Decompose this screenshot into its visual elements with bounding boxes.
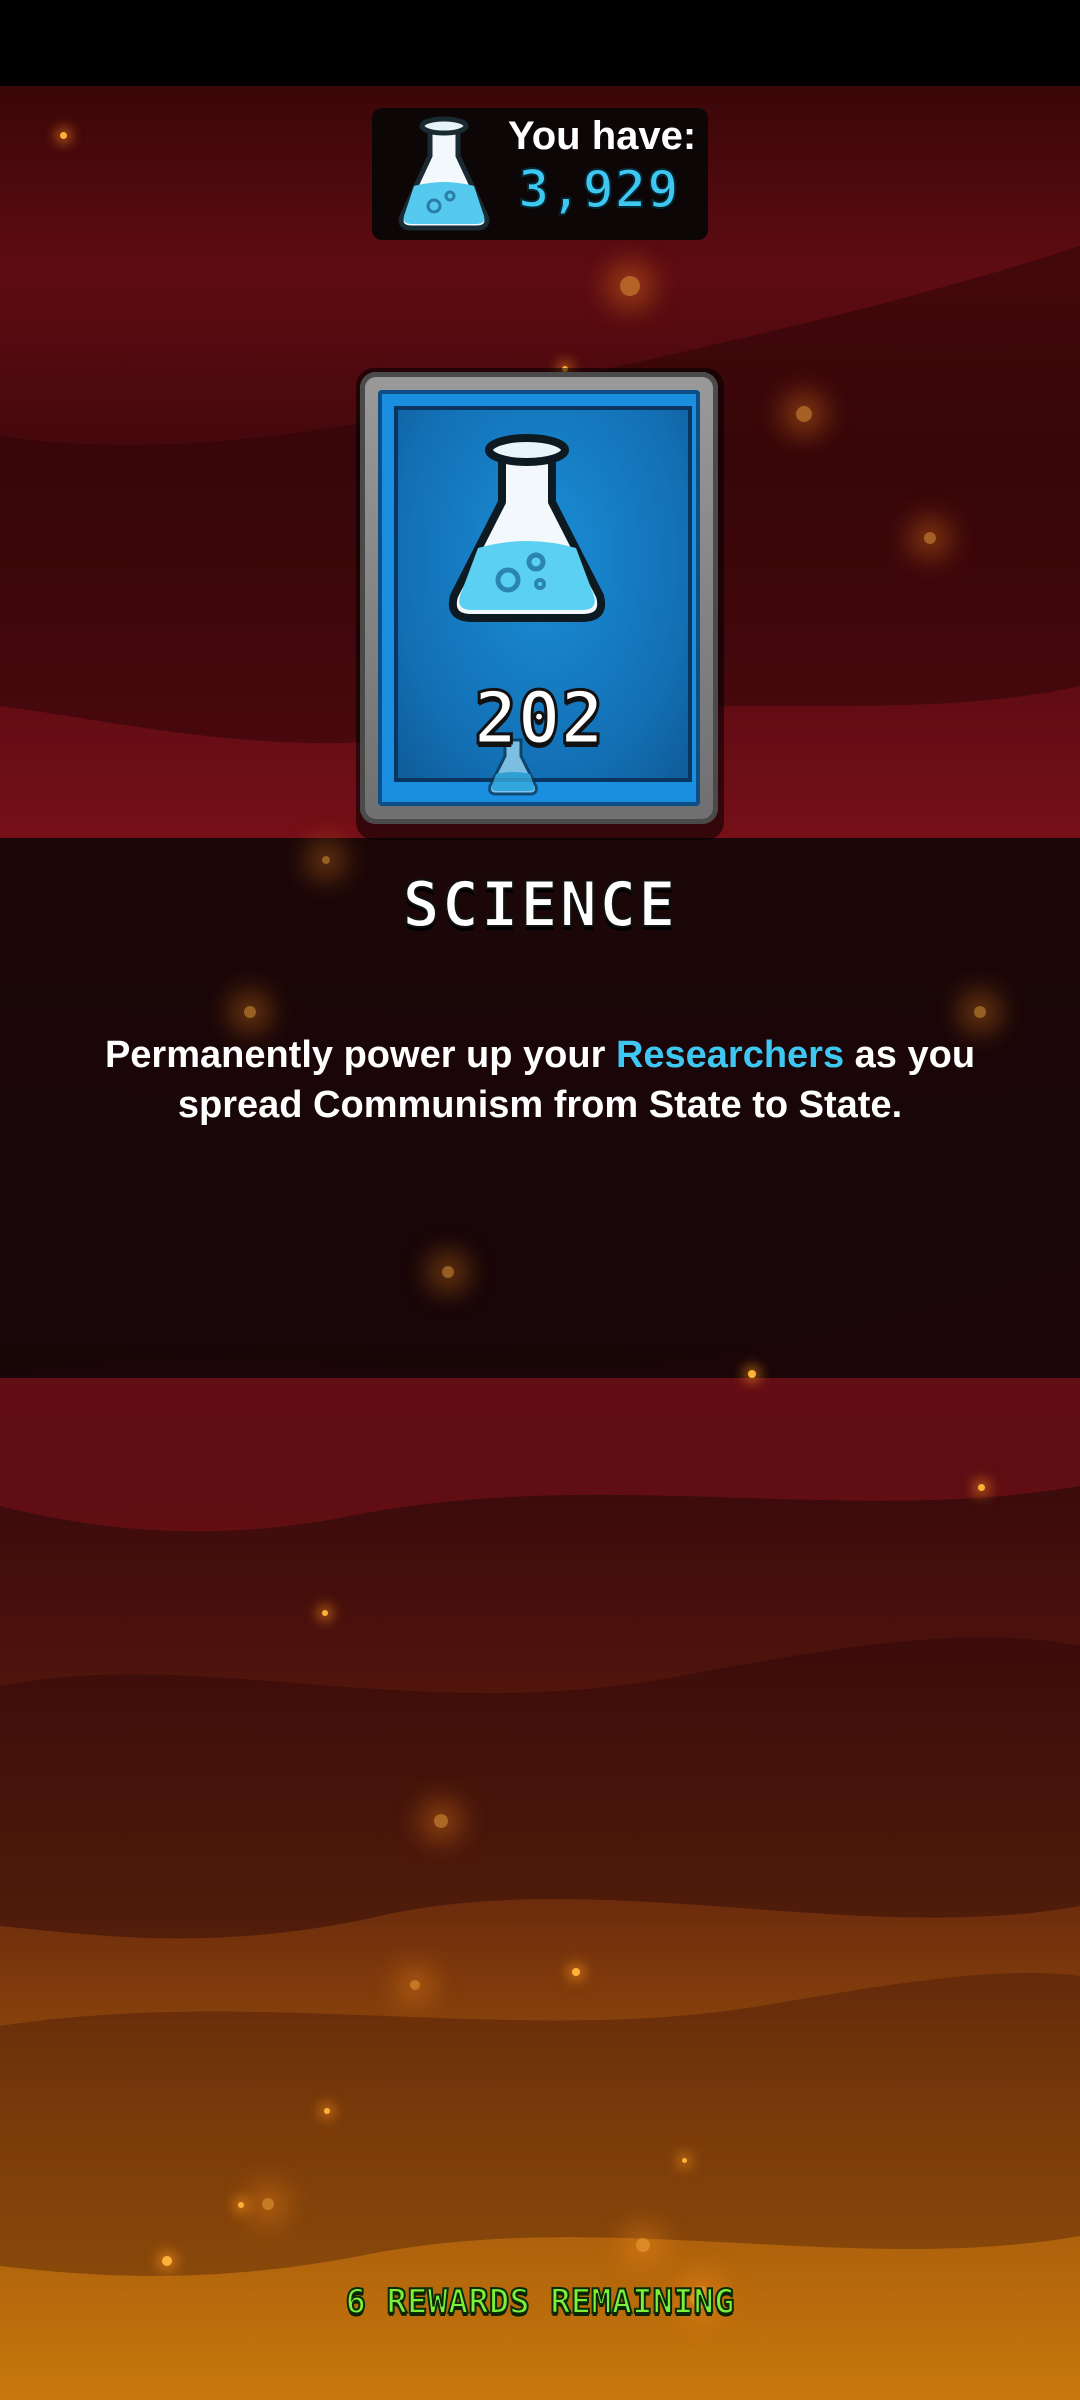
ember-particle xyxy=(244,1006,256,1018)
ember-particle xyxy=(442,1266,454,1278)
rewards-remaining: 6 REWARDS REMAINING xyxy=(345,2281,736,2323)
ember-particle xyxy=(796,406,812,422)
ember-particle xyxy=(324,2108,330,2114)
ember-particle xyxy=(322,856,330,864)
ember-particle xyxy=(974,1006,986,1018)
ember-particle xyxy=(572,1968,580,1976)
ember-particle xyxy=(434,1814,448,1828)
ember-particle xyxy=(978,1484,985,1491)
science-balance: You have: 3,929 xyxy=(372,108,708,240)
ember-particle xyxy=(748,1370,756,1378)
ember-particle xyxy=(262,2198,274,2210)
status-bar xyxy=(0,0,1080,86)
science-flask-icon xyxy=(448,434,606,622)
ember-particle xyxy=(620,276,640,296)
description-text: Permanently power up your xyxy=(104,1034,616,1076)
ember-particle xyxy=(924,532,936,544)
balance-value: 3,929 xyxy=(517,159,680,221)
reward-card[interactable]: 202 xyxy=(360,372,718,824)
description-highlight: Researchers xyxy=(615,1034,845,1076)
science-flask-icon xyxy=(398,116,490,231)
ember-particle xyxy=(322,1610,328,1616)
ember-particle xyxy=(162,2256,172,2266)
ember-particle xyxy=(238,2202,244,2208)
ember-particle xyxy=(682,2158,687,2163)
reward-card-frame: 202 xyxy=(378,390,700,806)
ember-particle xyxy=(636,2238,650,2252)
ember-particle xyxy=(60,132,67,139)
reward-description: Permanently power up your Researchers as… xyxy=(80,1030,1000,1130)
reward-title: SCIENCE xyxy=(401,867,678,942)
reward-count: 202 xyxy=(472,675,605,762)
ember-particle xyxy=(410,1980,420,1990)
balance-label: You have: xyxy=(508,114,697,158)
